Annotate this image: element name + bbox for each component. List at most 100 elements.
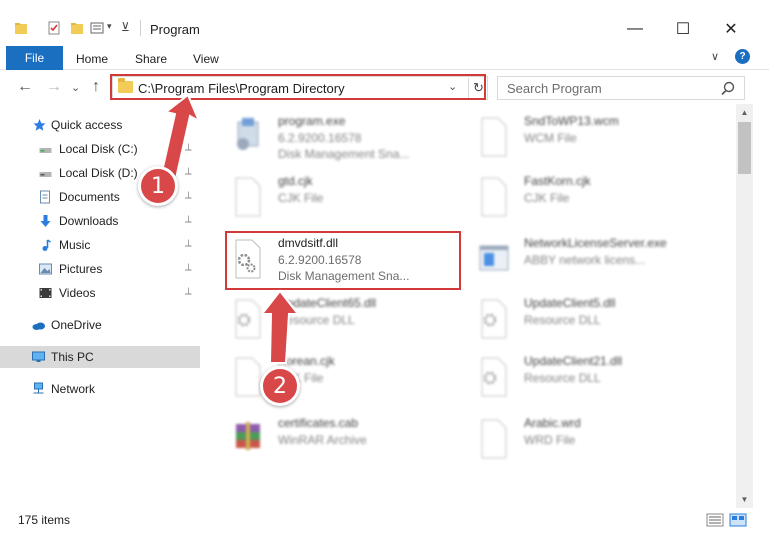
file-name: gtd.cjk xyxy=(278,174,313,188)
maximize-button[interactable]: ☐ xyxy=(660,14,706,44)
file-name: certificates.cab xyxy=(278,416,359,430)
properties-icon[interactable] xyxy=(47,21,61,35)
dll-icon xyxy=(481,357,507,397)
sidebar-item-label: Quick access xyxy=(51,118,123,132)
scroll-up-icon[interactable]: ▲ xyxy=(736,104,753,121)
blank-file-icon xyxy=(481,177,507,217)
search-input[interactable]: Search Program xyxy=(497,76,745,100)
vertical-scrollbar[interactable]: ▲ ▼ xyxy=(736,104,753,508)
file-type: WRD File xyxy=(524,433,576,447)
file-type: CJK File xyxy=(278,191,324,205)
minimize-button[interactable]: — xyxy=(612,14,658,44)
tab-file[interactable]: File xyxy=(6,46,63,70)
address-highlight-box xyxy=(110,74,486,100)
pin-icon[interactable]: ⟂ xyxy=(185,142,192,153)
drive-icon xyxy=(39,172,52,177)
file-name: SndToWP13.wcm xyxy=(524,114,619,128)
scroll-down-icon[interactable]: ▼ xyxy=(736,491,753,508)
pin-icon[interactable]: ⟂ xyxy=(185,262,192,273)
sidebar-item-label: Network xyxy=(51,382,96,396)
help-icon[interactable]: ? xyxy=(735,49,750,64)
file-type: Resource DLL xyxy=(524,371,601,385)
details-view-icon[interactable] xyxy=(706,513,724,527)
sidebar-item-label: Downloads xyxy=(59,214,119,228)
sidebar-item-label: Local Disk (D:) xyxy=(59,166,138,180)
file-name: UpdateClient5.dll xyxy=(524,296,616,310)
ribbon-expand-icon[interactable]: ∨ xyxy=(711,50,719,63)
file-name: UpdateClient65.dll xyxy=(278,296,377,310)
title-bar: ▾ ⊻ Program — ☐ ✕ xyxy=(0,0,769,44)
status-bar: 175 items xyxy=(0,508,769,539)
file-type: WCM File xyxy=(524,131,577,145)
sidebar-item-label: OneDrive xyxy=(51,318,102,332)
file-name: program.exe xyxy=(278,114,346,128)
sidebar-item-label: Music xyxy=(59,238,91,252)
file-item[interactable]: program.exe 6.2.9200.16578 Disk Manageme… xyxy=(224,112,464,164)
file-item[interactable]: Arabic.wrd WRD File xyxy=(470,414,710,466)
file-name: Korean.cjk xyxy=(278,354,335,368)
documents-icon xyxy=(40,190,50,204)
tab-home[interactable]: Home xyxy=(76,52,108,66)
file-item[interactable]: certificates.cab WinRAR Archive xyxy=(224,414,464,466)
sidebar-item-label: Pictures xyxy=(59,262,103,276)
window-title: Program xyxy=(150,22,200,37)
file-item[interactable]: Korean.cjk CJK File xyxy=(224,352,464,404)
search-icon[interactable] xyxy=(720,80,736,96)
file-list: program.exe 6.2.9200.16578 Disk Manageme… xyxy=(200,104,736,508)
quick-access-toolbar-icon[interactable] xyxy=(90,21,104,35)
close-button[interactable]: ✕ xyxy=(708,14,754,44)
file-version: 6.2.9200.16578 xyxy=(278,131,362,145)
new-folder-icon[interactable] xyxy=(70,21,84,35)
tab-share[interactable]: Share xyxy=(135,52,167,66)
sidebar-item-music[interactable]: Music ⟂ xyxy=(0,234,200,256)
blank-file-icon xyxy=(481,419,507,459)
back-button[interactable]: ← xyxy=(17,78,33,96)
blank-file-icon xyxy=(235,357,261,397)
pin-icon[interactable]: ⟂ xyxy=(185,214,192,225)
sidebar-item-downloads[interactable]: Downloads ⟂ xyxy=(0,210,200,232)
blank-file-icon xyxy=(235,177,261,217)
pin-icon[interactable]: ⟂ xyxy=(185,166,192,177)
dll-icon xyxy=(235,299,261,339)
recent-locations-icon[interactable]: ⌄ xyxy=(71,81,80,94)
file-item[interactable]: gtd.cjk CJK File xyxy=(224,172,464,224)
drive-icon xyxy=(39,148,52,153)
file-item[interactable]: FastKorn.cjk CJK File xyxy=(470,172,710,224)
file-description: Disk Management Sna... xyxy=(278,147,410,161)
sidebar-item-videos[interactable]: Videos ⟂ xyxy=(0,282,200,304)
sidebar-item-quick-access[interactable]: Quick access xyxy=(0,114,200,136)
file-type: Resource DLL xyxy=(278,313,355,327)
customize-toolbar-icon[interactable]: ⊻ xyxy=(121,20,130,34)
ribbon-tabs: File Home Share View xyxy=(0,44,769,70)
forward-button[interactable]: → xyxy=(46,78,62,96)
pin-icon[interactable]: ⟂ xyxy=(185,190,192,201)
cloud-icon xyxy=(32,322,45,330)
sidebar-item-label: Documents xyxy=(59,190,120,204)
file-item[interactable]: NetworkLicenseServer.exe ABBY network li… xyxy=(470,234,710,286)
folder-icon[interactable] xyxy=(14,21,28,35)
scroll-thumb[interactable] xyxy=(738,122,751,174)
sidebar-item-network[interactable]: Network xyxy=(0,378,200,400)
download-icon xyxy=(40,215,51,227)
file-type: Resource DLL xyxy=(524,313,601,327)
exe-icon xyxy=(237,118,259,150)
large-icons-view-icon[interactable] xyxy=(729,513,747,527)
pin-icon[interactable]: ⟂ xyxy=(185,238,192,249)
pin-icon[interactable]: ⟂ xyxy=(185,286,192,297)
sidebar-item-local-disk-c[interactable]: Local Disk (C:) ⟂ xyxy=(0,138,200,160)
pictures-icon xyxy=(39,263,52,275)
sidebar-item-label: Local Disk (C:) xyxy=(59,142,138,156)
toolbar-dropdown-icon[interactable]: ▾ xyxy=(107,21,112,32)
file-item[interactable]: UpdateClient5.dll Resource DLL xyxy=(470,294,710,346)
file-name: Arabic.wrd xyxy=(524,416,581,430)
file-item[interactable]: UpdateClient21.dll Resource DLL xyxy=(470,352,710,404)
file-item[interactable]: SndToWP13.wcm WCM File xyxy=(470,112,710,164)
sidebar-item-onedrive[interactable]: OneDrive xyxy=(0,314,200,336)
file-name: UpdateClient21.dll xyxy=(524,354,623,368)
sidebar-item-pictures[interactable]: Pictures ⟂ xyxy=(0,258,200,280)
file-item[interactable]: UpdateClient65.dll Resource DLL xyxy=(224,294,464,346)
tab-view[interactable]: View xyxy=(193,52,219,66)
sidebar-item-label: Videos xyxy=(59,286,96,300)
sidebar-item-this-pc[interactable]: This PC xyxy=(0,346,200,368)
up-button[interactable]: ↑ xyxy=(92,78,100,96)
